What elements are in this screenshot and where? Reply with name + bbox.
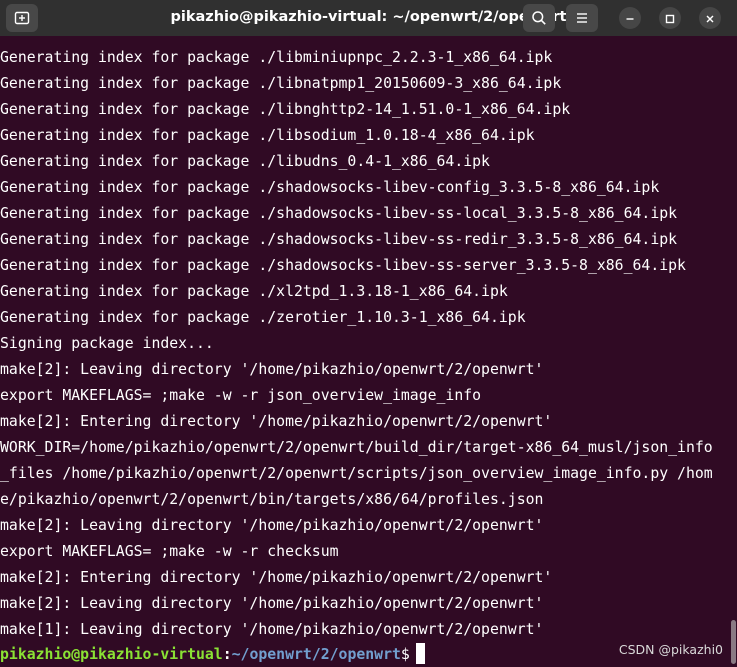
- title-bar[interactable]: pikazhio@pikazhio-virtual: ~/openwrt/2/o…: [0, 0, 737, 36]
- shell-prompt[interactable]: pikazhio@pikazhio-virtual:~/openwrt/2/op…: [0, 642, 425, 667]
- search-button[interactable]: [523, 4, 555, 32]
- output-line: _files /home/pikazhio/openwrt/2/openwrt/…: [0, 465, 713, 482]
- output-line: WORK_DIR=/home/pikazhio/openwrt/2/openwr…: [0, 439, 713, 456]
- terminal-output[interactable]: Generating index for package ./libminiup…: [0, 36, 737, 667]
- output-line: make[2]: Leaving directory '/home/pikazh…: [0, 595, 544, 612]
- minimize-button[interactable]: [619, 7, 641, 29]
- output-line: Generating index for package ./zerotier_…: [0, 309, 526, 326]
- close-icon: [705, 9, 715, 28]
- output-line: Generating index for package ./libnatpmp…: [0, 75, 562, 92]
- output-line: make[2]: Leaving directory '/home/pikazh…: [0, 517, 544, 534]
- output-line: Generating index for package ./libudns_0…: [0, 153, 490, 170]
- prompt-separator: :: [222, 646, 232, 663]
- scrollbar-thumb[interactable]: [731, 620, 736, 664]
- output-line: Signing package index...: [0, 335, 214, 352]
- menu-button[interactable]: [566, 4, 598, 32]
- new-tab-button[interactable]: [6, 4, 38, 32]
- output-line: Generating index for package ./shadowsoc…: [0, 231, 678, 248]
- text-cursor: [415, 643, 425, 664]
- output-line: Generating index for package ./shadowsoc…: [0, 257, 686, 274]
- output-line: Generating index for package ./libnghttp…: [0, 101, 571, 118]
- prompt-symbol: $: [400, 646, 410, 663]
- output-line: Generating index for package ./xl2tpd_1.…: [0, 283, 508, 300]
- hamburger-menu-icon: [574, 10, 590, 26]
- scrollbar[interactable]: [729, 36, 737, 667]
- prompt-path: ~/openwrt/2/openwrt: [231, 646, 401, 663]
- output-line: make[2]: Leaving directory '/home/pikazh…: [0, 361, 544, 378]
- output-line: Generating index for package ./libminiup…: [0, 49, 553, 66]
- output-line: export MAKEFLAGS= ;make -w -r json_overv…: [0, 387, 482, 404]
- output-line: e/pikazhio/openwrt/2/openwrt/bin/targets…: [0, 491, 544, 508]
- output-line: export MAKEFLAGS= ;make -w -r checksum: [0, 543, 339, 560]
- close-button[interactable]: [699, 7, 721, 29]
- output-line: Generating index for package ./shadowsoc…: [0, 179, 660, 196]
- new-tab-icon: [14, 10, 30, 26]
- minimize-icon: [625, 9, 635, 28]
- output-line: make[1]: Leaving directory '/home/pikazh…: [0, 621, 544, 638]
- maximize-button[interactable]: [659, 7, 681, 29]
- prompt-user-host: pikazhio@pikazhio-virtual: [0, 646, 223, 663]
- watermark: CSDN @pikazhi0: [618, 642, 723, 657]
- terminal-window: pikazhio@pikazhio-virtual: ~/openwrt/2/o…: [0, 0, 737, 667]
- search-icon: [531, 10, 547, 26]
- output-line: make[2]: Entering directory '/home/pikaz…: [0, 413, 553, 430]
- maximize-icon: [665, 9, 675, 28]
- output-line: make[2]: Entering directory '/home/pikaz…: [0, 569, 553, 586]
- output-line: Generating index for package ./libsodium…: [0, 127, 535, 144]
- output-line: Generating index for package ./shadowsoc…: [0, 205, 678, 222]
